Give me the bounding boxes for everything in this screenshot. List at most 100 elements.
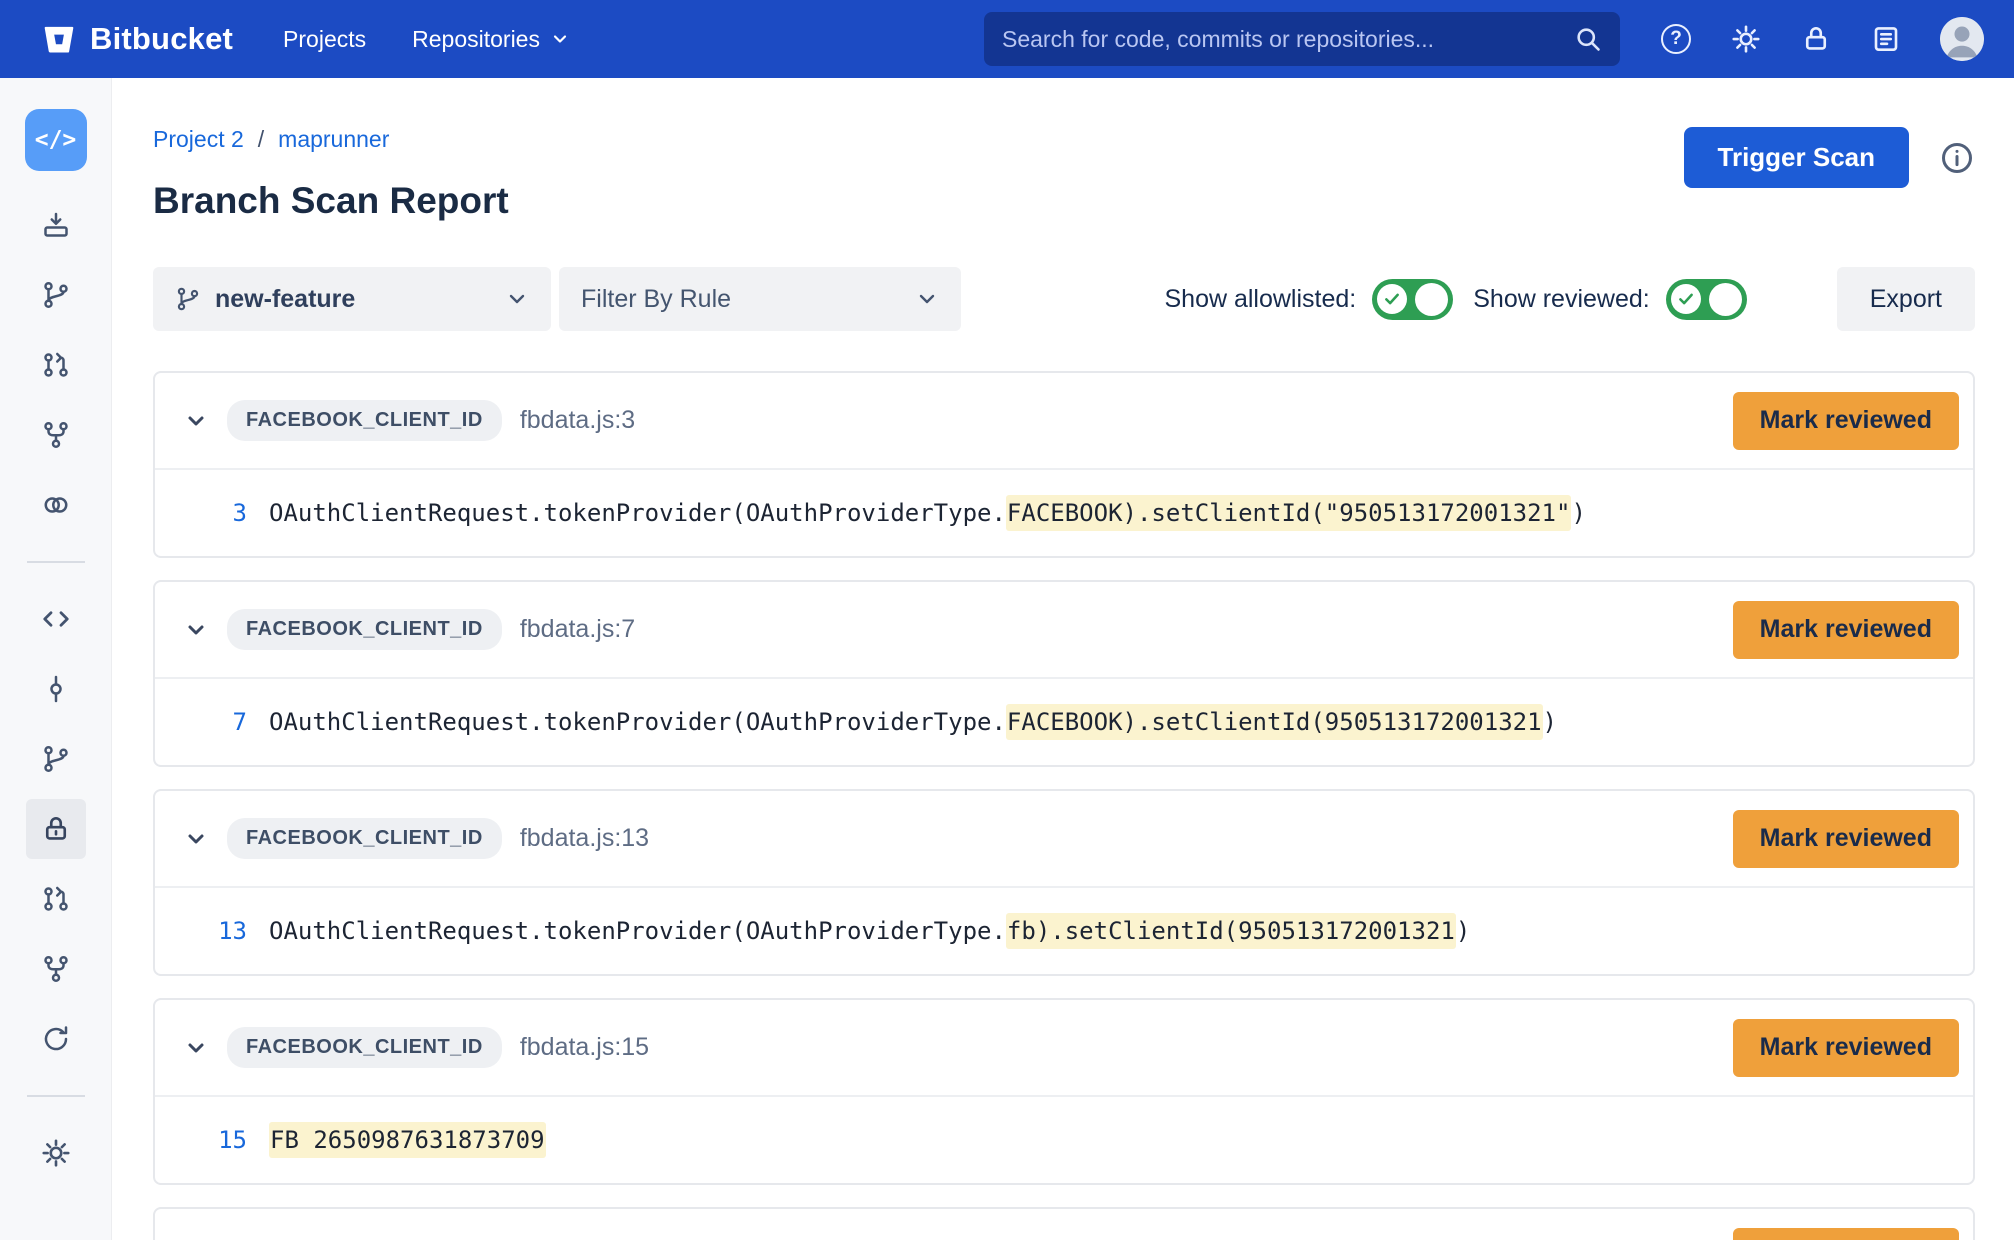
mark-reviewed-button[interactable]: Mark reviewed [1733,392,1959,450]
code-plain: ) [1571,499,1585,527]
finding-header: Mark reviewed [155,1209,1973,1240]
chevron-down-icon [550,29,570,49]
search-input[interactable] [1002,26,1574,53]
finding-header: FACEBOOK_CLIENT_ID fbdata.js:7 Mark revi… [155,582,1973,679]
code-plain: OAuthClientRequest.tokenProvider(OAuthPr… [269,708,1006,736]
line-number: 13 [155,917,247,945]
global-search[interactable] [984,12,1620,66]
branches-icon[interactable] [26,729,86,789]
settings-gear-icon[interactable] [26,1123,86,1183]
page-header: Project 2 / maprunner Branch Scan Report… [153,125,1975,223]
page-header-left: Project 2 / maprunner Branch Scan Report [153,125,509,223]
nav-projects-label: Projects [283,26,366,53]
show-allowlisted-label: Show allowlisted: [1164,285,1356,314]
collapse-chevron-icon[interactable] [181,1033,211,1063]
finding-card: FACEBOOK_CLIENT_ID fbdata.js:15 Mark rev… [153,998,1975,1185]
line-number: 3 [155,499,247,527]
breadcrumb-project-link[interactable]: Project 2 [153,125,244,153]
top-navigation: Bitbucket Projects Repositories ? [0,0,2014,78]
check-icon [1377,284,1407,314]
sidebar-divider [27,561,85,563]
export-button[interactable]: Export [1837,267,1975,331]
branches-icon[interactable] [26,265,86,325]
nav-repositories[interactable]: Repositories [412,26,570,53]
nav-repositories-label: Repositories [412,26,540,53]
finding-card: FACEBOOK_CLIENT_ID fbdata.js:7 Mark revi… [153,580,1975,767]
code-plain: ) [1543,708,1557,736]
code-snippet: 3 OAuthClientRequest.tokenProvider(OAuth… [155,470,1973,556]
pull-requests-icon[interactable] [26,335,86,395]
rule-filter-value: Filter By Rule [581,285,731,314]
collapse-chevron-icon[interactable] [181,406,211,436]
mark-reviewed-button[interactable]: Mark reviewed [1733,1019,1959,1077]
compare-icon[interactable] [26,475,86,535]
trigger-scan-button[interactable]: Trigger Scan [1684,127,1910,188]
question-mark: ? [1661,24,1691,54]
finding-location: fbdata.js:3 [520,406,635,435]
forks-icon[interactable] [26,405,86,465]
finding-header: FACEBOOK_CLIENT_ID fbdata.js:15 Mark rev… [155,1000,1973,1097]
breadcrumb: Project 2 / maprunner [153,125,509,153]
sidebar-divider [27,1095,85,1097]
code-plain: OAuthClientRequest.tokenProvider(OAuthPr… [269,917,1006,945]
avatar[interactable] [1940,17,1984,61]
journal-icon[interactable] [1870,23,1902,55]
finding-location: fbdata.js:7 [520,615,635,644]
commits-icon[interactable] [26,659,86,719]
page-title: Branch Scan Report [153,179,509,223]
code-plain: ) [1456,917,1470,945]
code-line: OAuthClientRequest.tokenProvider(OAuthPr… [269,917,1470,945]
finding-card-partial: Mark reviewed [153,1207,1975,1240]
breadcrumb-separator: / [258,125,264,153]
toggle-knob [1415,283,1448,316]
line-number: 15 [155,1126,247,1154]
show-allowlisted-toggle[interactable] [1372,279,1453,320]
code-plain: OAuthClientRequest.tokenProvider(OAuthPr… [269,499,1006,527]
rule-filter-dropdown[interactable]: Filter By Rule [559,267,961,331]
collapse-chevron-icon[interactable] [181,824,211,854]
lock-icon[interactable] [1800,23,1832,55]
mark-reviewed-button[interactable]: Mark reviewed [1733,1228,1959,1240]
collapse-chevron-icon[interactable] [181,615,211,645]
rule-badge: FACEBOOK_CLIENT_ID [227,1027,502,1068]
info-icon[interactable] [1939,140,1975,176]
findings-list: FACEBOOK_CLIENT_ID fbdata.js:3 Mark revi… [153,371,1975,1240]
branch-selector[interactable]: new-feature [153,267,551,331]
help-icon[interactable]: ? [1660,23,1692,55]
code-highlight: FB 2650987631873709 [269,1122,546,1158]
chevron-down-icon [915,287,939,311]
security-icon[interactable] [26,799,86,859]
toggle-knob [1709,283,1742,316]
clone-icon[interactable] [26,195,86,255]
code-highlight: fb).setClientId(950513172001321 [1006,913,1456,949]
rule-badge: FACEBOOK_CLIENT_ID [227,400,502,441]
toggle-group: Show allowlisted: Show reviewed: Export [1164,267,1975,331]
rule-badge: FACEBOOK_CLIENT_ID [227,818,502,859]
code-highlight: FACEBOOK).setClientId("950513172001321" [1006,495,1572,531]
finding-header: FACEBOOK_CLIENT_ID fbdata.js:3 Mark revi… [155,373,1973,470]
pull-requests-icon[interactable] [26,869,86,929]
code-line: OAuthClientRequest.tokenProvider(OAuthPr… [269,708,1557,736]
gear-icon[interactable] [1730,23,1762,55]
finding-location: fbdata.js:13 [520,824,649,853]
chevron-down-icon [505,287,529,311]
breadcrumb-repo-link[interactable]: maprunner [278,125,389,153]
bitbucket-home-link[interactable]: Bitbucket [42,21,233,57]
mark-reviewed-button[interactable]: Mark reviewed [1733,810,1959,868]
sidebar: </> [0,78,112,1240]
show-reviewed-toggle[interactable] [1666,279,1747,320]
nav-projects[interactable]: Projects [283,26,366,53]
sync-icon[interactable] [26,1009,86,1069]
forks-icon[interactable] [26,939,86,999]
main-content: Project 2 / maprunner Branch Scan Report… [112,78,2014,1240]
mark-reviewed-button[interactable]: Mark reviewed [1733,601,1959,659]
code-snippet: 13 OAuthClientRequest.tokenProvider(OAut… [155,888,1973,974]
repository-avatar[interactable]: </> [25,109,87,171]
branch-selector-value: new-feature [215,285,355,314]
source-icon[interactable] [26,589,86,649]
finding-header: FACEBOOK_CLIENT_ID fbdata.js:13 Mark rev… [155,791,1973,888]
finding-card: FACEBOOK_CLIENT_ID fbdata.js:13 Mark rev… [153,789,1975,976]
bitbucket-logo-icon [42,22,76,56]
rule-badge: FACEBOOK_CLIENT_ID [227,609,502,650]
show-reviewed-label: Show reviewed: [1473,285,1649,314]
